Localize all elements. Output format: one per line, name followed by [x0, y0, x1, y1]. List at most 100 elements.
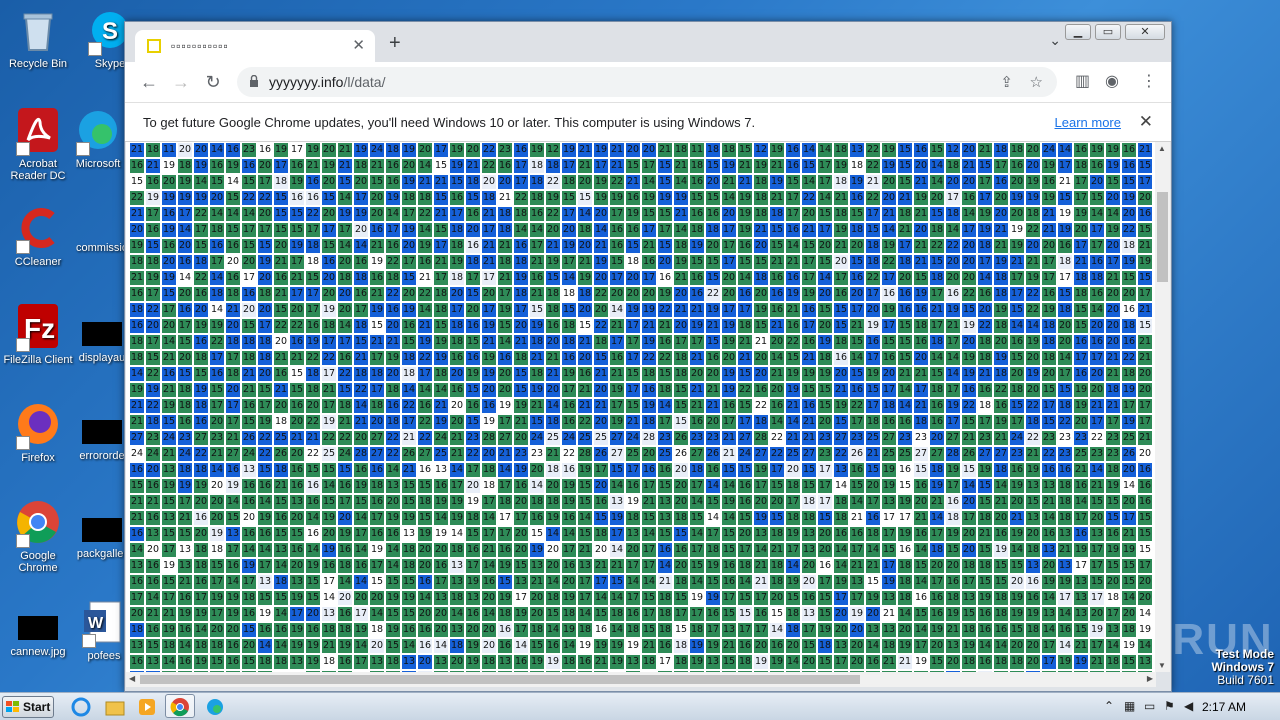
grid-cell: 22 — [241, 190, 257, 206]
grid-cell: 13 — [241, 462, 257, 478]
grid-cell: 18 — [689, 622, 705, 638]
tab-search-chevron-icon[interactable]: ⌄ — [1049, 32, 1061, 49]
grid-cell: 15 — [209, 654, 225, 670]
grid-cell: 17 — [801, 254, 817, 270]
grid-cell: 15 — [513, 366, 529, 382]
grid-cell: 21 — [849, 558, 865, 574]
ie-taskbar-icon[interactable] — [70, 696, 92, 718]
forward-button[interactable]: → — [169, 72, 193, 93]
tab-active[interactable]: ▫▫▫▫▫▫▫▫▫▫▫ ✕ — [135, 30, 375, 62]
grid-cell: 17 — [513, 302, 529, 318]
grid-cell: 14 — [865, 542, 881, 558]
grid-cell: 14 — [321, 590, 337, 606]
grid-cell: 14 — [897, 606, 913, 622]
tray-flag-icon[interactable]: ⚑ — [1164, 699, 1175, 713]
grid-cell: 19 — [529, 654, 545, 670]
filezilla-icon: Fz — [14, 302, 62, 352]
grid-cell: 17 — [1121, 510, 1137, 526]
grid-cell: 20 — [145, 542, 161, 558]
grid-cell: 19 — [1009, 526, 1025, 542]
grid-cell: 19 — [721, 366, 737, 382]
profile-avatar-icon[interactable]: ◉ — [1105, 71, 1119, 91]
grid-cell: 16 — [417, 462, 433, 478]
minimize-button[interactable]: ▁ — [1065, 24, 1091, 40]
grid-cell: 16 — [1121, 158, 1137, 174]
new-tab-button[interactable]: + — [389, 32, 401, 55]
grid-cell: 21 — [913, 366, 929, 382]
desktop-icon-cannew[interactable]: cannew.jpg — [0, 604, 76, 658]
grid-cell: 19 — [513, 606, 529, 622]
tab-close-icon[interactable]: ✕ — [352, 36, 365, 54]
grid-cell: 18 — [945, 158, 961, 174]
reload-button[interactable]: ↻ — [201, 72, 225, 93]
grid-cell: 18 — [897, 558, 913, 574]
grid-cell: 15 — [897, 318, 913, 334]
menu-icon[interactable]: ⋮ — [1141, 71, 1157, 91]
grid-cell: 18 — [545, 158, 561, 174]
grid-cell: 21 — [321, 638, 337, 654]
grid-cell: 15 — [561, 190, 577, 206]
grid-cell: 16 — [561, 510, 577, 526]
grid-cell: 14 — [353, 638, 369, 654]
grid-cell: 18 — [993, 606, 1009, 622]
grid-cell: 19 — [673, 254, 689, 270]
grid-cell: 20 — [1025, 238, 1041, 254]
grid-cell: 16 — [273, 366, 289, 382]
grid-cell: 15 — [497, 318, 513, 334]
scroll-up-icon[interactable]: ▲ — [1158, 144, 1166, 153]
close-window-button[interactable]: ✕ — [1125, 24, 1165, 40]
grid-cell: 15 — [529, 414, 545, 430]
grid-cell: 15 — [369, 318, 385, 334]
grid-cell: 20 — [449, 286, 465, 302]
scroll-down-icon[interactable]: ▼ — [1158, 661, 1166, 670]
grid-cell: 27 — [801, 446, 817, 462]
grid-cell: 18 — [209, 542, 225, 558]
grid-cell: 16 — [449, 382, 465, 398]
grid-cell: 18 — [945, 206, 961, 222]
grid-cell: 22 — [193, 206, 209, 222]
grid-cell: 19 — [1009, 222, 1025, 238]
tray-expand-icon[interactable]: ⌃ — [1104, 699, 1114, 713]
scroll-left-icon[interactable]: ◀ — [129, 674, 135, 683]
grid-cell: 16 — [385, 158, 401, 174]
grid-cell: 19 — [705, 590, 721, 606]
vertical-scrollbar[interactable]: ▲ ▼ — [1155, 142, 1170, 672]
back-button[interactable]: ← — [137, 72, 161, 93]
vertical-scroll-thumb[interactable] — [1157, 192, 1168, 282]
learn-more-link[interactable]: Learn more — [1055, 115, 1121, 130]
grid-cell: 20 — [417, 558, 433, 574]
explorer-taskbar-icon[interactable] — [104, 696, 126, 718]
desktop-icon-ccleaner[interactable]: CCleaner — [0, 204, 76, 268]
tray-volume-icon[interactable]: ◀ — [1184, 699, 1193, 713]
scroll-right-icon[interactable]: ▶ — [1147, 674, 1153, 683]
clock[interactable]: 2:17 AM — [1202, 700, 1246, 714]
horizontal-scroll-thumb[interactable] — [140, 675, 860, 684]
side-panel-icon[interactable]: ▥ — [1075, 71, 1090, 91]
grid-cell: 20 — [641, 142, 657, 158]
media-player-taskbar-icon[interactable] — [136, 696, 158, 718]
maximize-button[interactable]: ▭ — [1095, 24, 1121, 40]
chrome-taskbar-icon[interactable] — [165, 694, 195, 718]
grid-cell: 16 — [225, 654, 241, 670]
desktop-icon-recycle-bin[interactable]: Recycle Bin — [0, 6, 76, 70]
address-bar[interactable]: yyyyyyy.info/l/data/ ⇪ ☆ — [237, 67, 1057, 97]
grid-cell: 17 — [641, 270, 657, 286]
bookmark-star-icon[interactable]: ☆ — [1030, 73, 1043, 91]
grid-cell: 16 — [865, 334, 881, 350]
grid-cell: 16 — [657, 334, 673, 350]
grid-cell: 16 — [353, 462, 369, 478]
start-button[interactable]: Start — [2, 696, 54, 718]
grid-cell: 14 — [929, 158, 945, 174]
infobar-close-icon[interactable]: ✕ — [1139, 112, 1153, 132]
grid-cell: 17 — [193, 590, 209, 606]
grid-cell: 15 — [513, 382, 529, 398]
tray-app-icon[interactable]: ▦ — [1124, 699, 1135, 713]
grid-row: 18 22 17 16 20 14 21 20 20 15 20 17 19 20 17 19 16 19 14 18… — [129, 302, 1153, 318]
edge-taskbar-icon[interactable] — [204, 696, 226, 718]
grid-cell: 22 — [609, 174, 625, 190]
tray-monitor-icon[interactable]: ▭ — [1144, 699, 1155, 713]
horizontal-scrollbar[interactable]: ◀ ▶ — [126, 672, 1156, 687]
share-icon[interactable]: ⇪ — [1000, 73, 1013, 91]
grid-cell: 15 — [1121, 174, 1137, 190]
grid-cell: 20 — [817, 286, 833, 302]
